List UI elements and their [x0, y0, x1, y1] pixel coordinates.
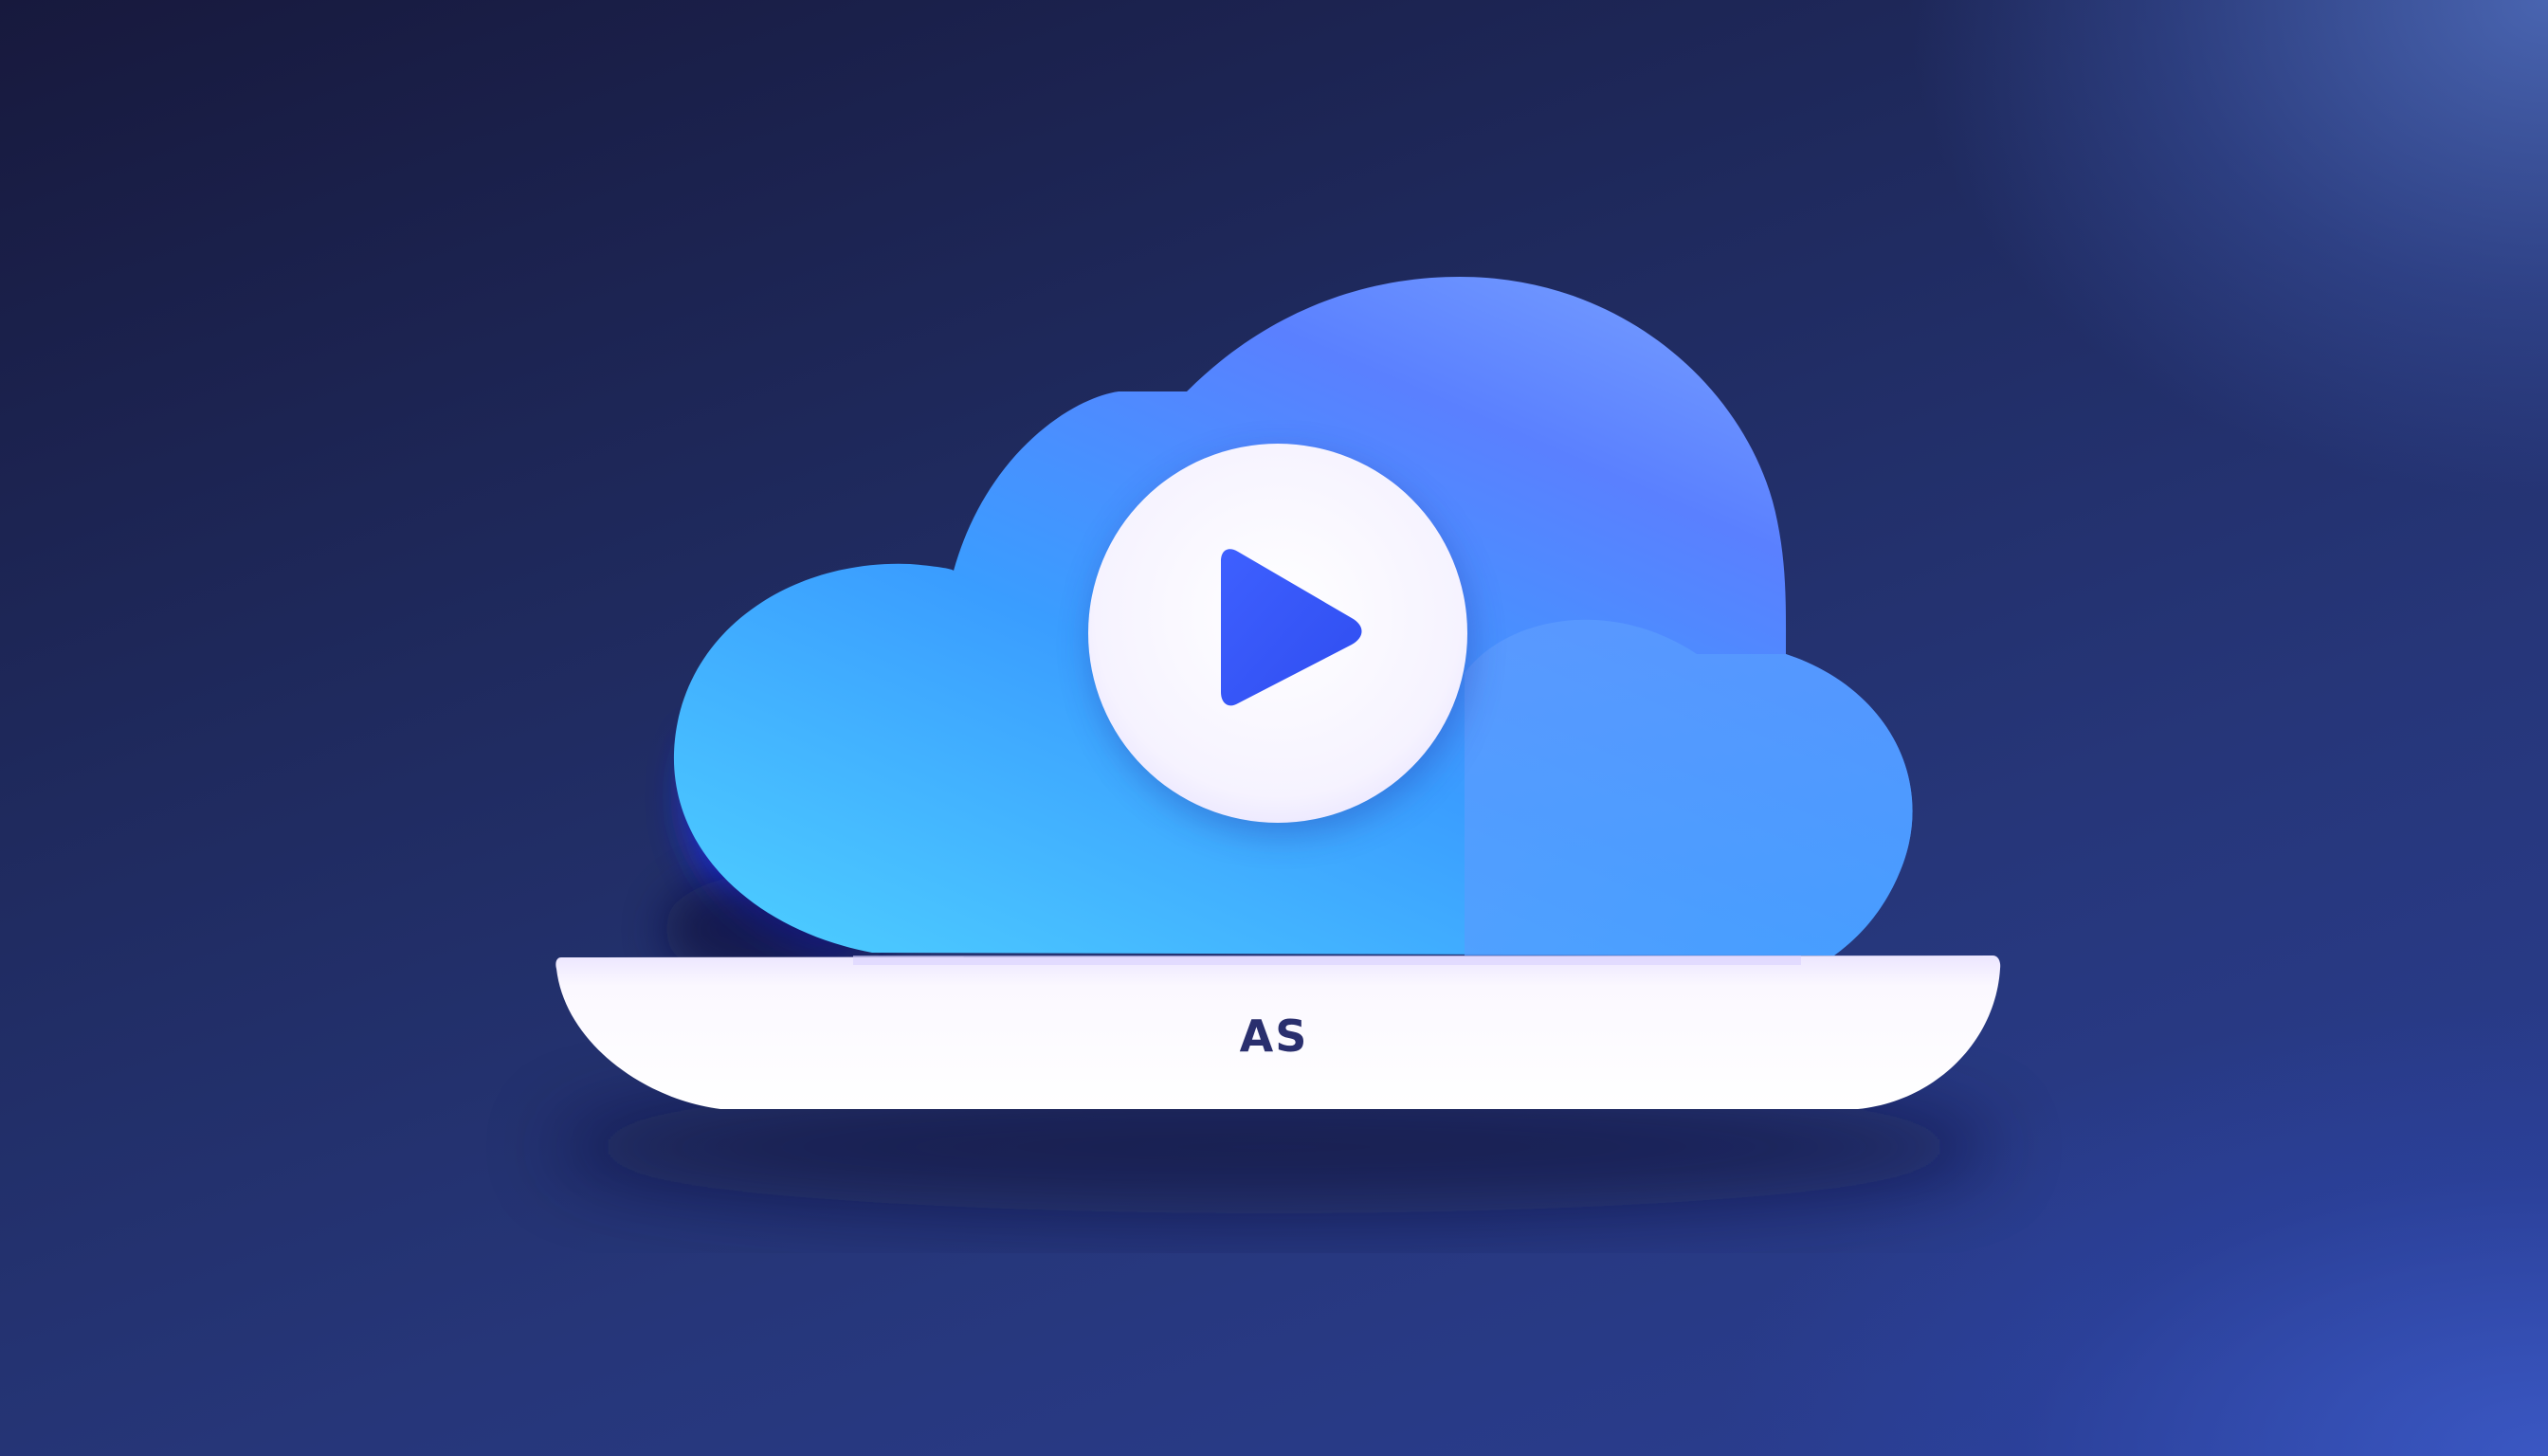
base-label: AS: [1239, 1010, 1309, 1062]
play-button[interactable]: [1088, 444, 1471, 834]
cloud-play-illustration: AS: [0, 0, 2548, 1456]
illustration-canvas: [554, 277, 2001, 1213]
